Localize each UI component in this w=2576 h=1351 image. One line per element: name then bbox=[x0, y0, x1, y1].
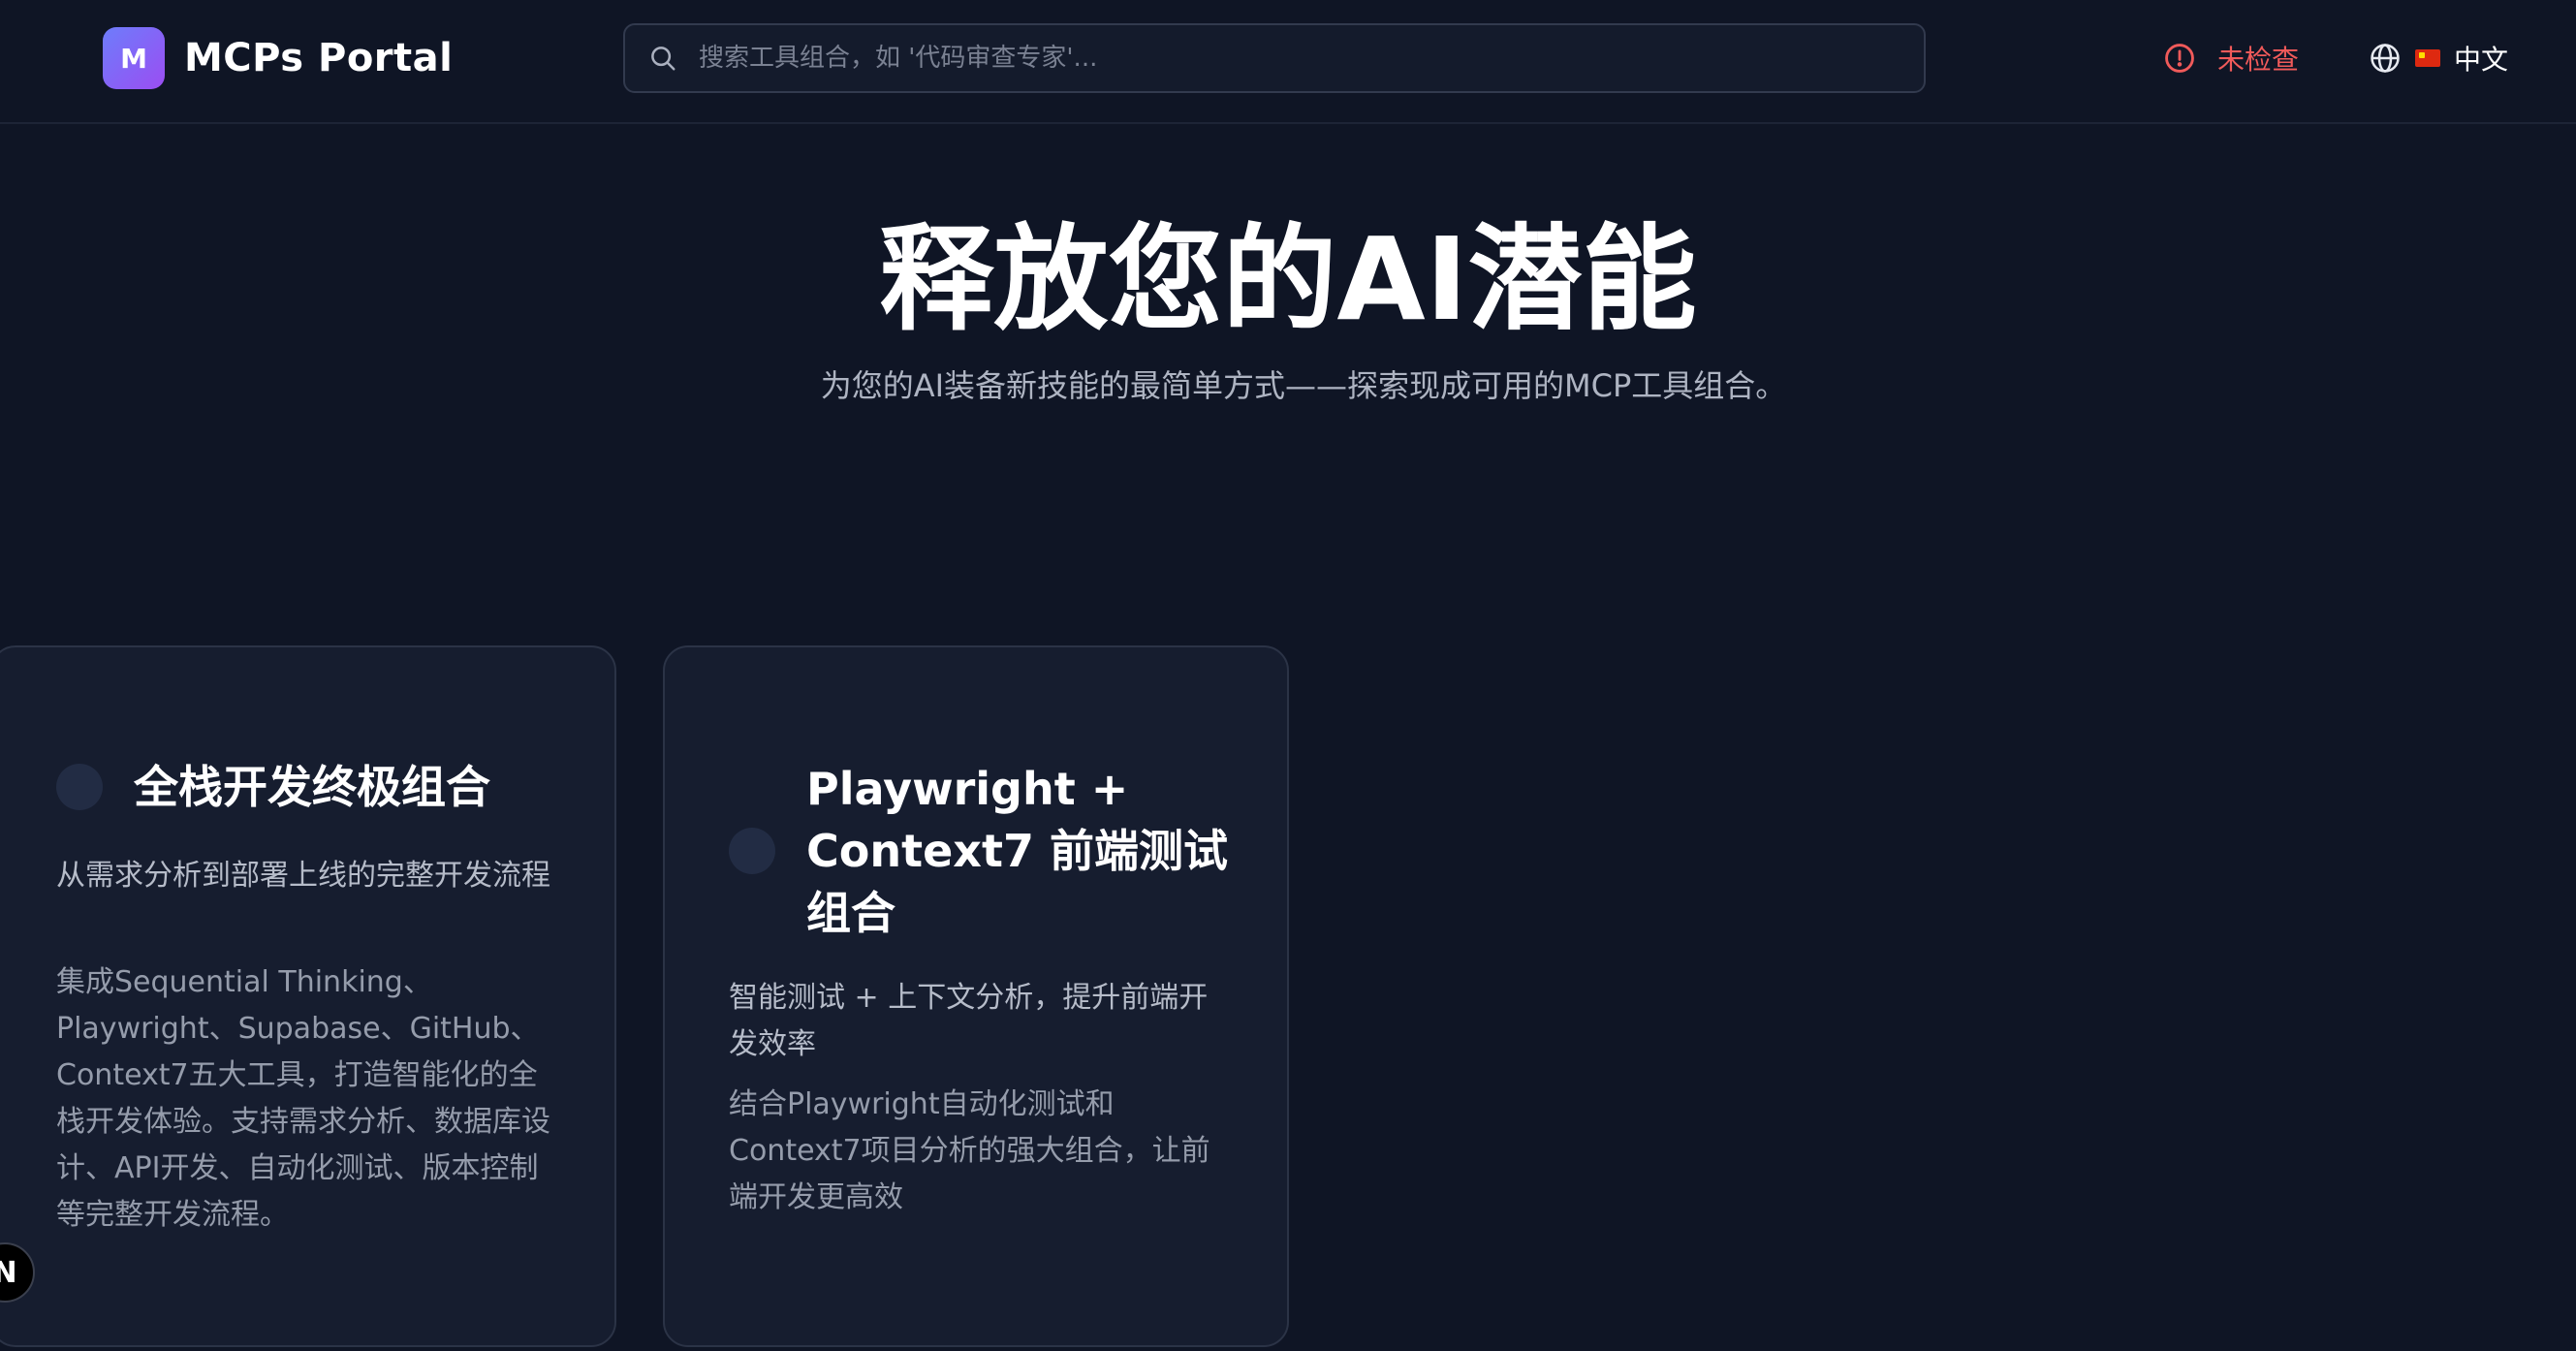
combo-card[interactable]: Playwright + Context7 前端测试组合 智能测试 + 上下文分… bbox=[663, 645, 1289, 1347]
app-title: MCPs Portal bbox=[184, 36, 454, 80]
card-header: 全栈开发终极组合 bbox=[56, 756, 490, 818]
card-title: Playwright + Context7 前端测试组合 bbox=[806, 763, 1228, 939]
card-description: 智能测试 + 上下文分析，提升前端开发效率 bbox=[729, 981, 1209, 1061]
card-icon-placeholder bbox=[56, 764, 103, 810]
combo-card[interactable]: 全栈开发终极组合 从需求分析到部署上线的完整开发流程 集成Sequential … bbox=[0, 645, 616, 1347]
search-input[interactable] bbox=[699, 25, 1924, 91]
status-indicator[interactable]: 未检查 bbox=[2163, 39, 2299, 78]
search-bar[interactable] bbox=[623, 23, 1926, 93]
card-title: 全栈开发终极组合 bbox=[134, 761, 490, 813]
brand-logo[interactable]: M MCPs Portal bbox=[103, 27, 453, 89]
card-details: 结合Playwright自动化测试和Context7项目分析的强大组合，让前端开… bbox=[729, 1087, 1210, 1214]
page: M MCPs Portal 未检查 中文 bbox=[0, 0, 2576, 1351]
language-label: 中文 bbox=[2454, 44, 2509, 76]
top-navbar: M MCPs Portal 未检查 中文 bbox=[0, 0, 2576, 124]
hero-title: 释放您的AI潜能 bbox=[879, 212, 1697, 346]
card-icon-placeholder bbox=[729, 828, 775, 874]
status-label: 未检查 bbox=[2217, 44, 2300, 76]
language-switcher[interactable]: 中文 bbox=[2369, 39, 2508, 78]
search-icon bbox=[651, 47, 675, 71]
china-flag-icon bbox=[2415, 49, 2440, 67]
card-header: Playwright + Context7 前端测试组合 bbox=[729, 758, 1233, 944]
hero-subtitle: 为您的AI装备新技能的最简单方式——探索现成可用的MCP工具组合。 bbox=[820, 367, 1787, 404]
card-details: 集成Sequential Thinking、Playwright、Supabas… bbox=[56, 965, 550, 1232]
globe-icon bbox=[2371, 44, 2400, 73]
alert-circle-icon bbox=[2165, 44, 2194, 73]
logo-mark: M bbox=[103, 27, 165, 89]
card-description: 从需求分析到部署上线的完整开发流程 bbox=[56, 859, 550, 893]
